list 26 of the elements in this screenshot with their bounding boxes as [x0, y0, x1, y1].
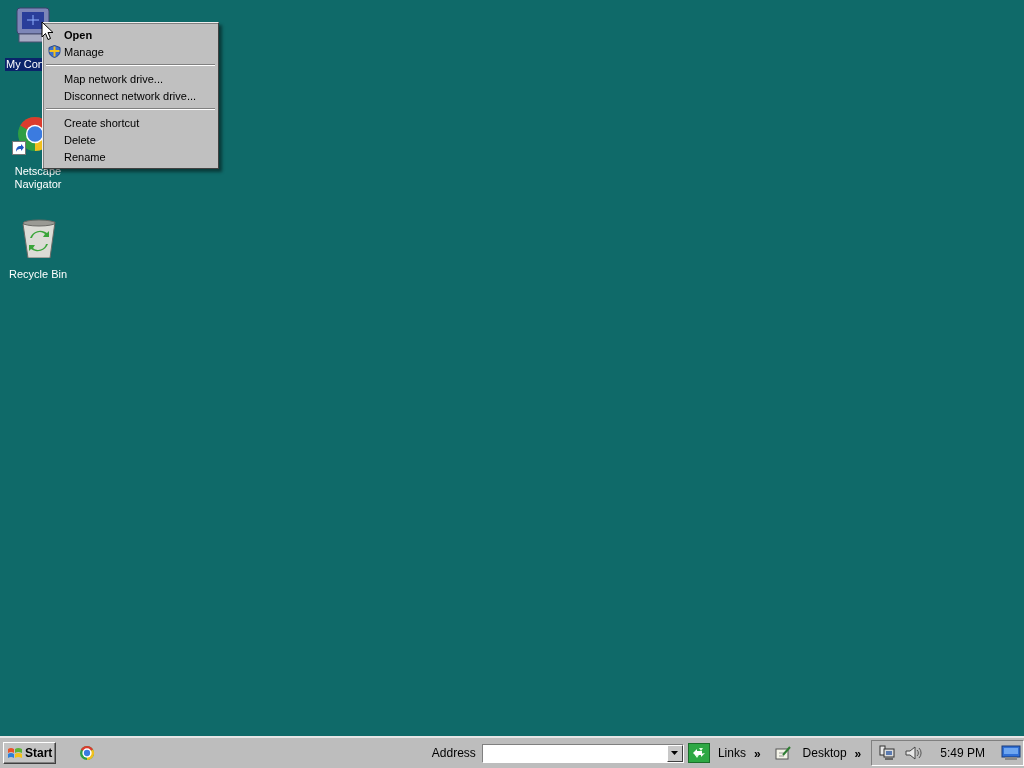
- toolbar-label[interactable]: Links: [717, 746, 746, 760]
- menu-item[interactable]: Disconnect network drive...: [45, 87, 216, 104]
- network-computer-icon[interactable]: [878, 744, 897, 762]
- shield-icon: [48, 45, 61, 58]
- clock[interactable]: 5:49 PM: [940, 746, 985, 760]
- note-pen-icon: [773, 745, 792, 761]
- windows-flag-icon: [7, 745, 23, 761]
- icon-label[interactable]: Netscape Navigator: [3, 165, 73, 191]
- icon-label[interactable]: Recycle Bin: [3, 268, 73, 281]
- address-field[interactable]: [481, 743, 684, 763]
- chevron-button[interactable]: »: [753, 747, 761, 761]
- start-button[interactable]: Start: [3, 742, 57, 764]
- monitor-icon[interactable]: [1001, 745, 1021, 761]
- speaker-icon[interactable]: [904, 744, 923, 762]
- menu-item[interactable]: Rename: [45, 148, 216, 165]
- chevron-button[interactable]: »: [854, 747, 862, 761]
- caret-icon: [671, 751, 679, 755]
- browser-icon: [79, 745, 96, 761]
- menu-item[interactable]: Create shortcut: [45, 114, 216, 131]
- menu-item[interactable]: Manage: [45, 43, 216, 60]
- menu-item[interactable]: Delete: [45, 131, 216, 148]
- go-button[interactable]: [687, 743, 710, 763]
- mouse-pointer-icon: [41, 21, 54, 41]
- menu-item[interactable]: Map network drive...: [45, 70, 216, 87]
- address-label: Address: [431, 746, 476, 760]
- toolbar-label[interactable]: Desktop: [802, 746, 847, 760]
